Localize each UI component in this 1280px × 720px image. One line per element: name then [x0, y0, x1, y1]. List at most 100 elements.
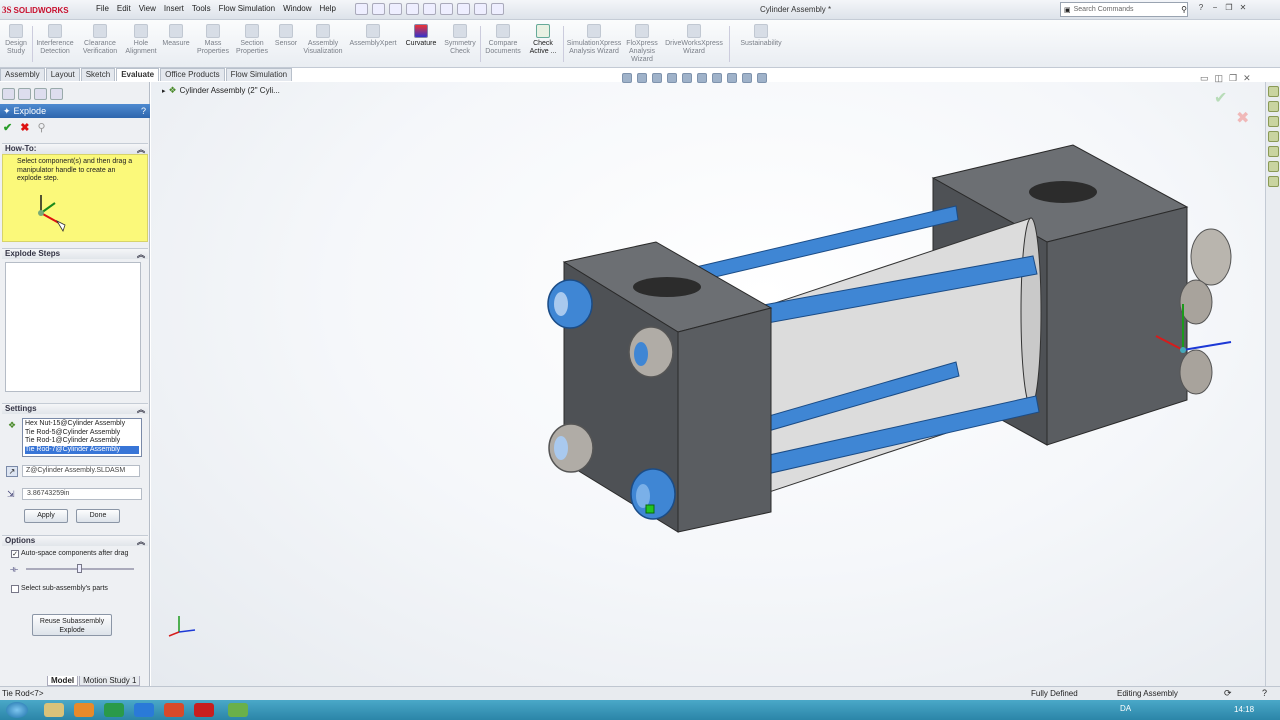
collapse-icon[interactable]: ︽: [137, 249, 145, 259]
excel-taskbar-icon[interactable]: [104, 703, 124, 717]
tab-sketch[interactable]: Sketch: [80, 68, 116, 81]
options-header[interactable]: Options ︽: [2, 535, 148, 546]
reuse-subassembly-explode-button[interactable]: Reuse Subassembly Explode: [32, 614, 112, 636]
sub-assembly-checkbox[interactable]: [11, 585, 19, 593]
tab-layout[interactable]: Layout: [45, 68, 80, 81]
custom-properties-icon[interactable]: [1268, 161, 1279, 172]
media-player-taskbar-icon[interactable]: [74, 703, 94, 717]
search-commands-input[interactable]: ▣ Search Commands ⚲: [1060, 2, 1188, 17]
explode-distance-field[interactable]: 3.86743259in: [22, 488, 142, 500]
collapse-icon[interactable]: ︽: [137, 536, 145, 546]
tab-office-products[interactable]: Office Products: [160, 68, 225, 81]
mass-properties-button[interactable]: Mass Properties: [196, 24, 230, 56]
tab-assembly[interactable]: Assembly: [0, 68, 45, 81]
rebuild-status-icon[interactable]: ⟳: [1224, 688, 1232, 699]
reverse-direction-icon[interactable]: ↗: [6, 466, 18, 477]
menu-insert[interactable]: Insert: [160, 4, 188, 13]
explode-steps-header[interactable]: Explode Steps ︽: [2, 248, 148, 259]
help-icon[interactable]: ?: [1196, 3, 1206, 13]
print-icon[interactable]: [406, 3, 419, 15]
menu-edit[interactable]: Edit: [113, 4, 135, 13]
menu-flow-simulation[interactable]: Flow Simulation: [215, 4, 279, 13]
clearance-verification-button[interactable]: Clearance Verification: [80, 24, 120, 56]
property-manager-icon[interactable]: [18, 88, 31, 100]
list-item[interactable]: Tie Rod-1@Cylinder Assembly: [25, 437, 139, 446]
assembly-visualization-button[interactable]: Assembly Visualization: [302, 24, 344, 56]
compare-documents-button[interactable]: Compare Documents: [483, 24, 523, 56]
undo-icon[interactable]: [423, 3, 436, 15]
open-icon[interactable]: [372, 3, 385, 15]
done-button[interactable]: Done: [76, 509, 120, 523]
language-indicator[interactable]: DA: [1120, 704, 1131, 713]
powerpoint-taskbar-icon[interactable]: [164, 703, 184, 717]
apply-button[interactable]: Apply: [24, 509, 68, 523]
display-manager-icon[interactable]: [50, 88, 63, 100]
collapse-icon[interactable]: ︽: [137, 144, 145, 154]
cylinder-assembly-model[interactable]: [151, 82, 1265, 686]
recorder-taskbar-icon[interactable]: [228, 703, 248, 717]
menu-tools[interactable]: Tools: [188, 4, 215, 13]
tab-motion-study-1[interactable]: Motion Study 1: [79, 676, 141, 686]
view-palette-icon[interactable]: [1268, 131, 1279, 142]
design-study-button[interactable]: Design Study: [2, 24, 30, 56]
appearances-icon[interactable]: [1268, 146, 1279, 157]
floxpress-button[interactable]: FloXpress Analysis Wizard: [624, 24, 660, 64]
tab-evaluate[interactable]: Evaluate: [116, 68, 160, 81]
configuration-manager-icon[interactable]: [34, 88, 47, 100]
browser-taskbar-icon[interactable]: [134, 703, 154, 717]
assemblyxpert-button[interactable]: AssemblyXpert: [348, 24, 398, 48]
interference-detection-button[interactable]: Interference Detection: [34, 24, 76, 56]
tab-flow-simulation[interactable]: Flow Simulation: [225, 68, 293, 81]
clock[interactable]: 14:18: [1234, 705, 1254, 714]
list-item[interactable]: Tie Rod-7@Cylinder Assembly: [25, 445, 139, 454]
pushpin-icon[interactable]: ⚲: [37, 121, 45, 134]
search-icon[interactable]: ⚲: [1181, 5, 1187, 14]
cancel-icon[interactable]: ✖: [20, 121, 29, 134]
measure-button[interactable]: Measure: [160, 24, 192, 48]
symmetry-check-button[interactable]: Symmetry Check: [442, 24, 478, 56]
auto-space-checkbox[interactable]: ✓: [11, 550, 19, 558]
list-item[interactable]: Hex Nut-15@Cylinder Assembly: [25, 420, 139, 429]
start-button-icon[interactable]: [6, 702, 28, 718]
select-icon[interactable]: [440, 3, 453, 15]
menu-window[interactable]: Window: [279, 4, 315, 13]
help-status-icon[interactable]: ?: [1262, 688, 1267, 698]
curvature-button[interactable]: Curvature: [403, 24, 439, 48]
save-icon[interactable]: [389, 3, 402, 15]
slider-handle[interactable]: [77, 564, 82, 573]
howto-group-header[interactable]: How-To: ︽: [2, 143, 148, 154]
solidworks-taskbar-icon[interactable]: [194, 703, 214, 717]
menu-help[interactable]: Help: [316, 4, 340, 13]
list-item[interactable]: Tie Rod-5@Cylinder Assembly: [25, 429, 139, 438]
component-selection-list[interactable]: Hex Nut-15@Cylinder Assembly Tie Rod-5@C…: [22, 418, 142, 457]
explorer-taskbar-icon[interactable]: [44, 703, 64, 717]
ok-icon[interactable]: ✔: [3, 121, 12, 134]
explode-direction-field[interactable]: Z@Cylinder Assembly.SLDASM: [22, 465, 140, 477]
solidworks-forum-icon[interactable]: [1268, 176, 1279, 187]
file-properties-icon[interactable]: [474, 3, 487, 15]
menu-file[interactable]: File: [92, 4, 113, 13]
solidworks-logo[interactable]: 3S SOLIDWORKS: [2, 3, 69, 17]
check-active-button[interactable]: Check Active ...: [526, 24, 560, 56]
restore-icon[interactable]: ❐: [1224, 3, 1234, 13]
close-icon[interactable]: ✕: [1238, 3, 1248, 13]
collapse-icon[interactable]: ︽: [137, 404, 145, 414]
file-explorer-icon[interactable]: [1268, 116, 1279, 127]
resources-icon[interactable]: [1268, 86, 1279, 97]
explode-steps-list[interactable]: [5, 262, 141, 392]
driveworksxpress-button[interactable]: DriveWorksXpress Wizard: [663, 24, 725, 56]
menu-view[interactable]: View: [135, 4, 160, 13]
section-properties-button[interactable]: Section Properties: [234, 24, 270, 56]
details-icon[interactable]: ?: [141, 106, 146, 116]
hole-alignment-button[interactable]: Hole Alignment: [124, 24, 158, 56]
rebuild-icon[interactable]: [457, 3, 470, 15]
design-library-icon[interactable]: [1268, 101, 1279, 112]
simulationxpress-button[interactable]: SimulationXpress Analysis Wizard: [566, 24, 622, 56]
sensor-button[interactable]: Sensor: [273, 24, 299, 48]
sustainability-button[interactable]: Sustainability: [735, 24, 787, 48]
new-icon[interactable]: [355, 3, 368, 15]
settings-header[interactable]: Settings ︽: [2, 403, 148, 414]
options-icon[interactable]: [491, 3, 504, 15]
minimize-icon[interactable]: −: [1210, 3, 1220, 13]
feature-manager-icon[interactable]: [2, 88, 15, 100]
